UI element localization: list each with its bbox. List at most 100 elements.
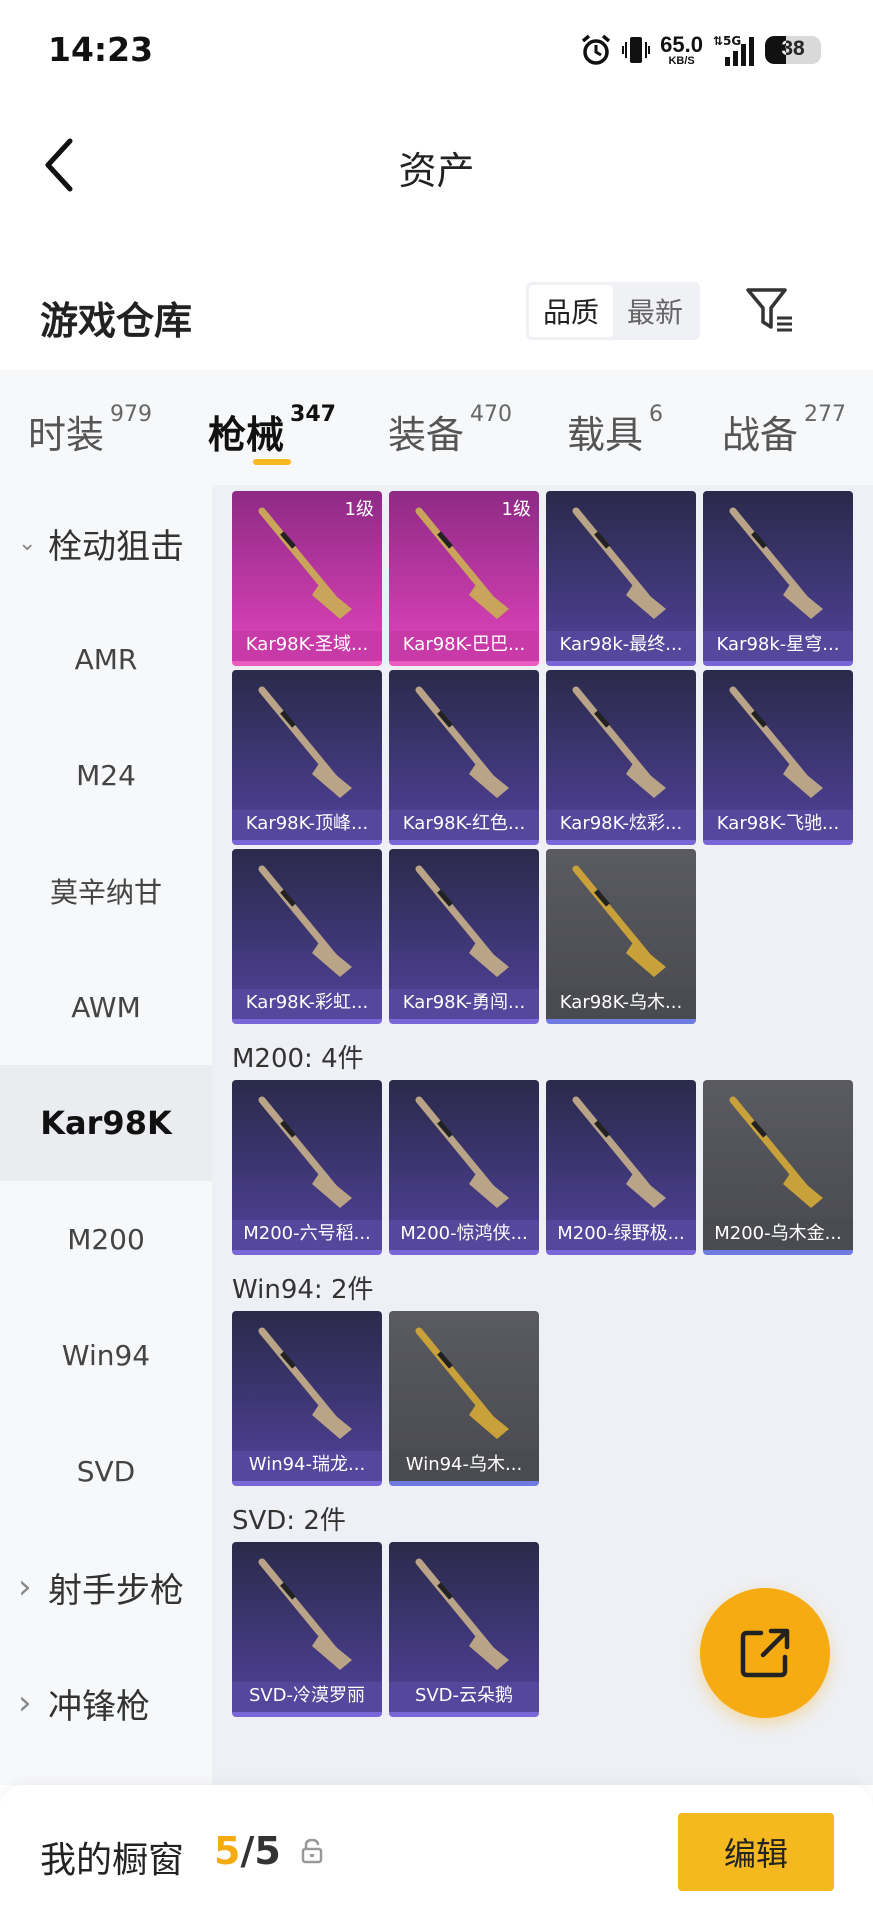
sidebar-item[interactable]: Kar98K [0, 1065, 212, 1181]
sidebar-label: M24 [76, 758, 136, 792]
item-thumbnail [232, 849, 382, 989]
sidebar-label: 冲锋枪 [48, 1686, 150, 1727]
sidebar-category[interactable]: ⌄ 栓动狙击 [0, 485, 212, 601]
status-bar: 14:23 65.0 KB/S ⇅5G 38 [0, 0, 873, 100]
tab-4[interactable]: 战备 277 [722, 370, 846, 485]
sidebar-item[interactable]: AWM [0, 949, 212, 1065]
tab-label: 战备 [722, 413, 799, 457]
item-name: M200-惊鸿侠... [389, 1220, 539, 1250]
tab-label: 装备 [388, 413, 465, 457]
item-thumbnail [232, 1311, 382, 1451]
sidebar-item[interactable]: Win94 [0, 1297, 212, 1413]
sidebar-label: SVD [76, 1454, 136, 1488]
sort-option-quality[interactable]: 品质 [529, 285, 613, 337]
page-title: 资产 [398, 149, 475, 193]
sidebar-label: 射手步枪 [48, 1570, 184, 1611]
edit-button[interactable]: 编辑 [678, 1813, 834, 1891]
item-card[interactable]: 1级 Kar98K-圣域... [232, 491, 382, 666]
tab-3[interactable]: 载具 6 [567, 370, 663, 485]
sidebar-label: AWM [71, 990, 141, 1024]
rarity-bar [703, 661, 853, 666]
rarity-bar [389, 1712, 539, 1717]
tab-2[interactable]: 装备 470 [388, 370, 512, 485]
item-thumbnail [546, 849, 696, 989]
rifle-icon [232, 1542, 382, 1682]
item-card[interactable]: Kar98K-彩虹... [232, 849, 382, 1024]
app-header: 资产 [0, 100, 873, 230]
group-title: Win94: 2件 [232, 1275, 374, 1305]
sidebar-item[interactable]: M200 [0, 1181, 212, 1297]
rarity-bar [546, 1019, 696, 1024]
tab-count: 347 [290, 402, 336, 427]
sidebar-item[interactable]: M24 [0, 717, 212, 833]
rarity-bar [703, 840, 853, 845]
item-name: M200-乌木金... [703, 1220, 853, 1250]
sort-option-newest[interactable]: 最新 [613, 285, 697, 337]
item-thumbnail [232, 670, 382, 810]
rifle-icon [546, 849, 696, 989]
rarity-bar [703, 1250, 853, 1255]
sidebar-item[interactable]: 莫辛纳甘 [0, 833, 212, 949]
item-card[interactable]: Kar98k-最终... [546, 491, 696, 666]
sidebar-label: Win94 [61, 1338, 151, 1372]
filter-button[interactable] [742, 280, 798, 340]
item-card[interactable]: Kar98K-乌木... [546, 849, 696, 1024]
group-title: SVD: 2件 [232, 1506, 346, 1536]
tab-0[interactable]: 时装 979 [28, 370, 152, 485]
sidebar-label: 莫辛纳甘 [49, 876, 162, 909]
item-card[interactable]: M200-惊鸿侠... [389, 1080, 539, 1255]
rarity-bar [546, 1250, 696, 1255]
item-card[interactable]: 1级 Kar98K-巴巴... [389, 491, 539, 666]
item-card[interactable]: Kar98K-顶峰... [232, 670, 382, 845]
item-card[interactable]: Kar98k-星穹... [703, 491, 853, 666]
item-thumbnail [232, 1542, 382, 1682]
item-card[interactable]: SVD-冷漠罗丽 [232, 1542, 382, 1717]
item-card[interactable]: M200-六号稻... [232, 1080, 382, 1255]
item-thumbnail [232, 1080, 382, 1220]
item-card[interactable]: Kar98K-炫彩... [546, 670, 696, 845]
item-thumbnail [546, 670, 696, 810]
tab-1[interactable]: 枪械 347 [208, 370, 336, 485]
item-card[interactable]: M200-绿野极... [546, 1080, 696, 1255]
tab-count: 470 [470, 402, 513, 427]
item-name: SVD-冷漠罗丽 [232, 1682, 382, 1712]
item-card[interactable]: SVD-云朵鹅 [389, 1542, 539, 1717]
tab-count: 6 [649, 402, 664, 427]
rarity-bar [232, 1019, 382, 1024]
item-thumbnail [703, 670, 853, 810]
rarity-bar [389, 1250, 539, 1255]
sidebar-category[interactable]: › 射手步枪 [0, 1529, 212, 1645]
rarity-bar [389, 1481, 539, 1486]
item-name: Kar98K-圣域... [232, 631, 382, 661]
item-card[interactable]: Win94-瑞龙... [232, 1311, 382, 1486]
item-name: Kar98K-顶峰... [232, 810, 382, 840]
item-card[interactable]: Kar98K-飞驰... [703, 670, 853, 845]
rifle-icon [389, 670, 539, 810]
category-tabs: 时装 979 枪械 347 装备 470 载具 6 战备 277 [0, 370, 873, 485]
rifle-icon [389, 1542, 539, 1682]
rifle-icon [389, 1311, 539, 1451]
battery-icon: 38 [765, 36, 821, 64]
rifle-icon [232, 1311, 382, 1451]
item-name: Win94-乌木... [389, 1451, 539, 1481]
filter-icon [746, 288, 792, 332]
share-button[interactable] [700, 1588, 830, 1718]
rarity-bar [232, 661, 382, 666]
item-card[interactable]: Win94-乌木... [389, 1311, 539, 1486]
item-thumbnail: 1级 [232, 491, 382, 631]
rarity-bar [232, 1250, 382, 1255]
item-card[interactable]: M200-乌木金... [703, 1080, 853, 1255]
sidebar-item[interactable]: AMR [0, 601, 212, 717]
item-card[interactable]: Kar98K-红色... [389, 670, 539, 845]
sidebar-category[interactable]: › 冲锋枪 [0, 1645, 212, 1761]
item-level-badge: 1级 [344, 499, 374, 520]
tab-label: 载具 [567, 413, 644, 457]
item-name: Kar98K-彩虹... [232, 989, 382, 1019]
sidebar-item[interactable]: SVD [0, 1413, 212, 1529]
rarity-bar [232, 1712, 382, 1717]
sidebar-label: 栓动狙击 [48, 526, 184, 567]
item-thumbnail [546, 1080, 696, 1220]
item-card[interactable]: Kar98K-勇闯... [389, 849, 539, 1024]
alarm-icon [582, 34, 611, 65]
rarity-bar [546, 840, 696, 845]
